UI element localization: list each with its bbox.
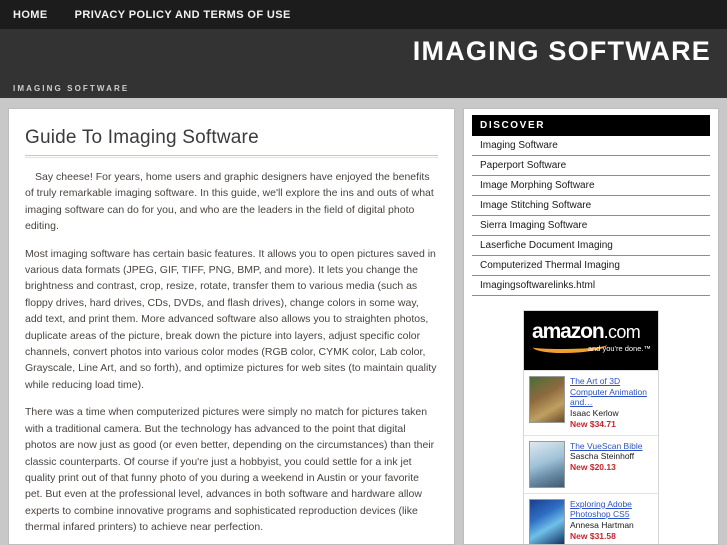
- sidebar-item-image-stitching-software[interactable]: Image Stitching Software: [472, 196, 710, 215]
- sidebar-item-computerized-thermal-imaging[interactable]: Computerized Thermal Imaging: [472, 256, 710, 275]
- sidebar-item-imaging-software[interactable]: Imaging Software: [472, 136, 710, 155]
- list-item: Image Stitching Software: [472, 196, 710, 216]
- amazon-brand-suffix: .com: [603, 322, 641, 342]
- product-title-link[interactable]: The VueScan Bible: [570, 441, 654, 452]
- main-content: Guide To Imaging Software Say cheese! Fo…: [8, 108, 455, 545]
- list-item: Imagingsoftwarelinks.html: [472, 276, 710, 296]
- product-thumbnail-image: [529, 440, 565, 488]
- sidebar-link-list: Imaging Software Paperport Software Imag…: [472, 136, 710, 296]
- nav-link-privacy-policy[interactable]: PRIVACY POLICY AND TERMS OF USE: [75, 9, 291, 21]
- site-masthead: IMAGING SOFTWARE: [0, 29, 727, 79]
- list-item: Laserfiche Document Imaging: [472, 236, 710, 256]
- product-thumbnail-image: [529, 498, 565, 544]
- nav-link-home[interactable]: HOME: [13, 9, 48, 21]
- page-title: Guide To Imaging Software: [25, 127, 259, 148]
- list-item: Imaging Software: [472, 136, 710, 156]
- amazon-tagline: and you're done.™: [587, 344, 651, 353]
- product-title-link[interactable]: Exploring Adobe Photoshop CS5: [570, 499, 654, 520]
- product-meta: The VueScan Bible Sascha Steinhoff New $…: [570, 441, 654, 488]
- product-price: New $31.58: [570, 530, 616, 541]
- masthead-subbar: IMAGING SOFTWARE: [0, 79, 727, 98]
- article-paragraph: Most imaging software has certain basic …: [25, 247, 437, 391]
- sidebar: DISCOVER Imaging Software Paperport Soft…: [463, 108, 719, 545]
- product-author: Isaac Kerlow: [570, 407, 619, 418]
- list-item[interactable]: The Art of 3D Computer Animation and… Is…: [524, 370, 658, 435]
- sidebar-item-sierra-imaging-software[interactable]: Sierra Imaging Software: [472, 216, 710, 235]
- sidebar-item-imagingsoftwarelinks[interactable]: Imagingsoftwarelinks.html: [472, 276, 710, 295]
- sidebar-heading-discover: DISCOVER: [472, 115, 710, 136]
- product-author: Sascha Steinhoff: [570, 451, 635, 461]
- list-item: Computerized Thermal Imaging: [472, 256, 710, 276]
- amazon-widget: amazon.com and you're done.™ The Art of …: [472, 310, 710, 545]
- list-item: Paperport Software: [472, 156, 710, 176]
- product-meta: Exploring Adobe Photoshop CS5 Annesa Har…: [570, 499, 654, 545]
- amazon-logo: amazon.com and you're done.™: [524, 311, 658, 370]
- site-title: IMAGING SOFTWARE: [412, 36, 711, 66]
- sidebar-item-laserfiche-document-imaging[interactable]: Laserfiche Document Imaging: [472, 236, 710, 255]
- amazon-widget-box: amazon.com and you're done.™ The Art of …: [523, 310, 659, 545]
- page-body: Guide To Imaging Software Say cheese! Fo…: [0, 98, 727, 545]
- top-navigation-bar: HOME PRIVACY POLICY AND TERMS OF USE: [0, 0, 727, 29]
- product-title-link[interactable]: The Art of 3D Computer Animation and…: [570, 376, 654, 408]
- product-meta: The Art of 3D Computer Animation and… Is…: [570, 376, 654, 430]
- list-item: Sierra Imaging Software: [472, 216, 710, 236]
- list-item: Image Morphing Software: [472, 176, 710, 196]
- article-paragraph: There was a time when computerized pictu…: [25, 406, 435, 534]
- product-price: New $34.71: [570, 418, 616, 429]
- product-thumbnail-image: [529, 376, 565, 423]
- list-item[interactable]: The VueScan Bible Sascha Steinhoff New $…: [524, 434, 658, 493]
- sidebar-item-paperport-software[interactable]: Paperport Software: [472, 156, 710, 175]
- site-subtitle: IMAGING SOFTWARE: [13, 84, 130, 93]
- title-divider: [25, 155, 438, 158]
- sidebar-item-image-morphing-software[interactable]: Image Morphing Software: [472, 176, 710, 195]
- product-price: New $20.13: [570, 462, 616, 472]
- list-item[interactable]: Exploring Adobe Photoshop CS5 Annesa Har…: [524, 492, 658, 545]
- product-author: Annesa Hartman: [570, 519, 634, 530]
- article-paragraph: Say cheese! For years, home users and gr…: [25, 171, 434, 233]
